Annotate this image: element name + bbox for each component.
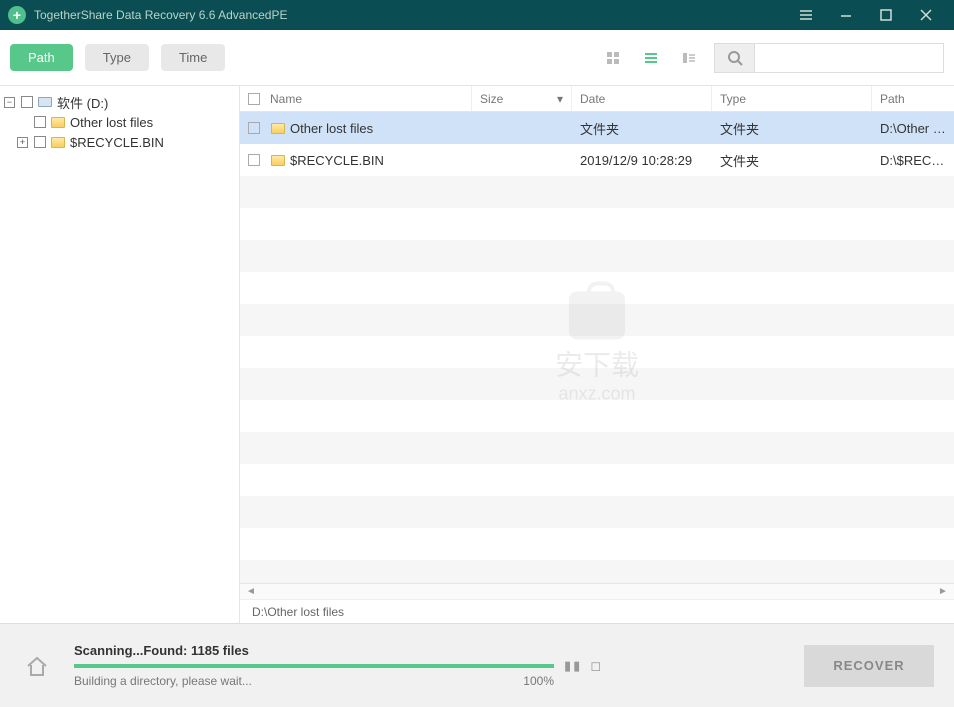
header-type[interactable]: Type	[712, 86, 872, 111]
view-grid-icon[interactable]	[600, 45, 626, 71]
tree-root[interactable]: − 软件 (D:)	[4, 92, 235, 112]
tab-type[interactable]: Type	[85, 44, 149, 71]
progress-area: Scanning...Found: 1185 files Building a …	[74, 643, 554, 688]
stop-button[interactable]: ◻	[590, 658, 601, 674]
tree-checkbox[interactable]	[34, 136, 46, 148]
toolbar: Path Type Time	[0, 30, 954, 86]
app-title: TogetherShare Data Recovery 6.6 Advanced…	[34, 8, 786, 22]
tree-checkbox[interactable]	[21, 96, 33, 108]
collapse-icon[interactable]: −	[4, 97, 15, 108]
pause-button[interactable]: ▮▮	[564, 658, 582, 674]
header-date[interactable]: Date	[572, 86, 712, 111]
table-row	[240, 432, 954, 464]
row-date: 2019/12/9 10:28:29	[572, 153, 712, 168]
header-path[interactable]: Path	[872, 86, 954, 111]
column-headers: Name Size▾ Date Type Path	[240, 86, 954, 112]
scan-substatus: Building a directory, please wait...	[74, 674, 252, 688]
header-size[interactable]: Size▾	[472, 86, 572, 111]
table-row[interactable]: $RECYCLE.BIN 2019/12/9 10:28:29文件夹D:\$REC…	[240, 144, 954, 176]
content: Name Size▾ Date Type Path 安下载 anxz.com O…	[240, 86, 954, 623]
horizontal-scrollbar[interactable]: ◄ ►	[240, 583, 954, 599]
scan-percent: 100%	[523, 674, 554, 688]
scroll-left-icon[interactable]: ◄	[244, 586, 258, 597]
row-type: 文件夹	[712, 119, 872, 138]
table-row	[240, 176, 954, 208]
tree-checkbox[interactable]	[34, 116, 46, 128]
search-input[interactable]	[754, 43, 944, 73]
row-path: D:\Other lost files	[872, 121, 954, 136]
row-checkbox[interactable]	[248, 154, 260, 166]
file-list[interactable]: 安下载 anxz.com Other lost files文件夹文件夹D:\Ot…	[240, 112, 954, 583]
table-row	[240, 368, 954, 400]
row-date: 文件夹	[572, 119, 712, 138]
main: − 软件 (D:) Other lost files + $RECYCLE.BIN …	[0, 86, 954, 623]
table-row	[240, 336, 954, 368]
tree-item-label: Other lost files	[70, 115, 153, 130]
recover-button[interactable]: RECOVER	[804, 645, 934, 687]
table-row	[240, 304, 954, 336]
tree-item[interactable]: + $RECYCLE.BIN	[4, 132, 235, 152]
table-row	[240, 240, 954, 272]
home-button[interactable]	[20, 649, 54, 683]
tree-item[interactable]: Other lost files	[4, 112, 235, 132]
row-path: D:\$RECYCLE.BIN	[872, 153, 954, 168]
tree-item-label: $RECYCLE.BIN	[70, 135, 164, 150]
sort-indicator-icon: ▾	[557, 92, 563, 106]
tab-time[interactable]: Time	[161, 44, 225, 71]
folder-icon	[50, 135, 66, 149]
table-row	[240, 528, 954, 560]
folder-icon	[270, 153, 286, 167]
table-row	[240, 560, 954, 583]
table-row	[240, 464, 954, 496]
folder-icon	[270, 121, 286, 135]
minimize-button[interactable]	[826, 0, 866, 30]
tree-root-label: 软件 (D:)	[57, 93, 108, 112]
sidebar: − 软件 (D:) Other lost files + $RECYCLE.BIN	[0, 86, 240, 623]
scan-status: Scanning...Found: 1185 files	[74, 643, 554, 658]
footer: Scanning...Found: 1185 files Building a …	[0, 623, 954, 707]
app-logo-icon: +	[8, 6, 26, 24]
drive-icon	[37, 95, 53, 109]
menu-button[interactable]	[786, 0, 826, 30]
tab-path[interactable]: Path	[10, 44, 73, 71]
scroll-right-icon[interactable]: ►	[936, 586, 950, 597]
table-row[interactable]: Other lost files文件夹文件夹D:\Other lost file…	[240, 112, 954, 144]
header-checkbox[interactable]	[248, 93, 260, 105]
expand-icon[interactable]: +	[17, 137, 28, 148]
pathbar: D:\Other lost files	[240, 599, 954, 623]
titlebar: + TogetherShare Data Recovery 6.6 Advanc…	[0, 0, 954, 30]
view-detail-icon[interactable]	[676, 45, 702, 71]
folder-icon	[50, 115, 66, 129]
progress-bar	[74, 664, 554, 668]
header-name[interactable]: Name	[240, 86, 472, 111]
table-row	[240, 400, 954, 432]
table-row	[240, 496, 954, 528]
row-type: 文件夹	[712, 151, 872, 170]
table-row	[240, 208, 954, 240]
close-button[interactable]	[906, 0, 946, 30]
row-name: $RECYCLE.BIN	[290, 153, 384, 168]
view-list-icon[interactable]	[638, 45, 664, 71]
maximize-button[interactable]	[866, 0, 906, 30]
pause-stop: ▮▮ ◻	[564, 658, 601, 674]
search-wrap	[714, 43, 944, 73]
table-row	[240, 272, 954, 304]
row-checkbox[interactable]	[248, 122, 260, 134]
search-button[interactable]	[714, 43, 754, 73]
row-name: Other lost files	[290, 121, 373, 136]
